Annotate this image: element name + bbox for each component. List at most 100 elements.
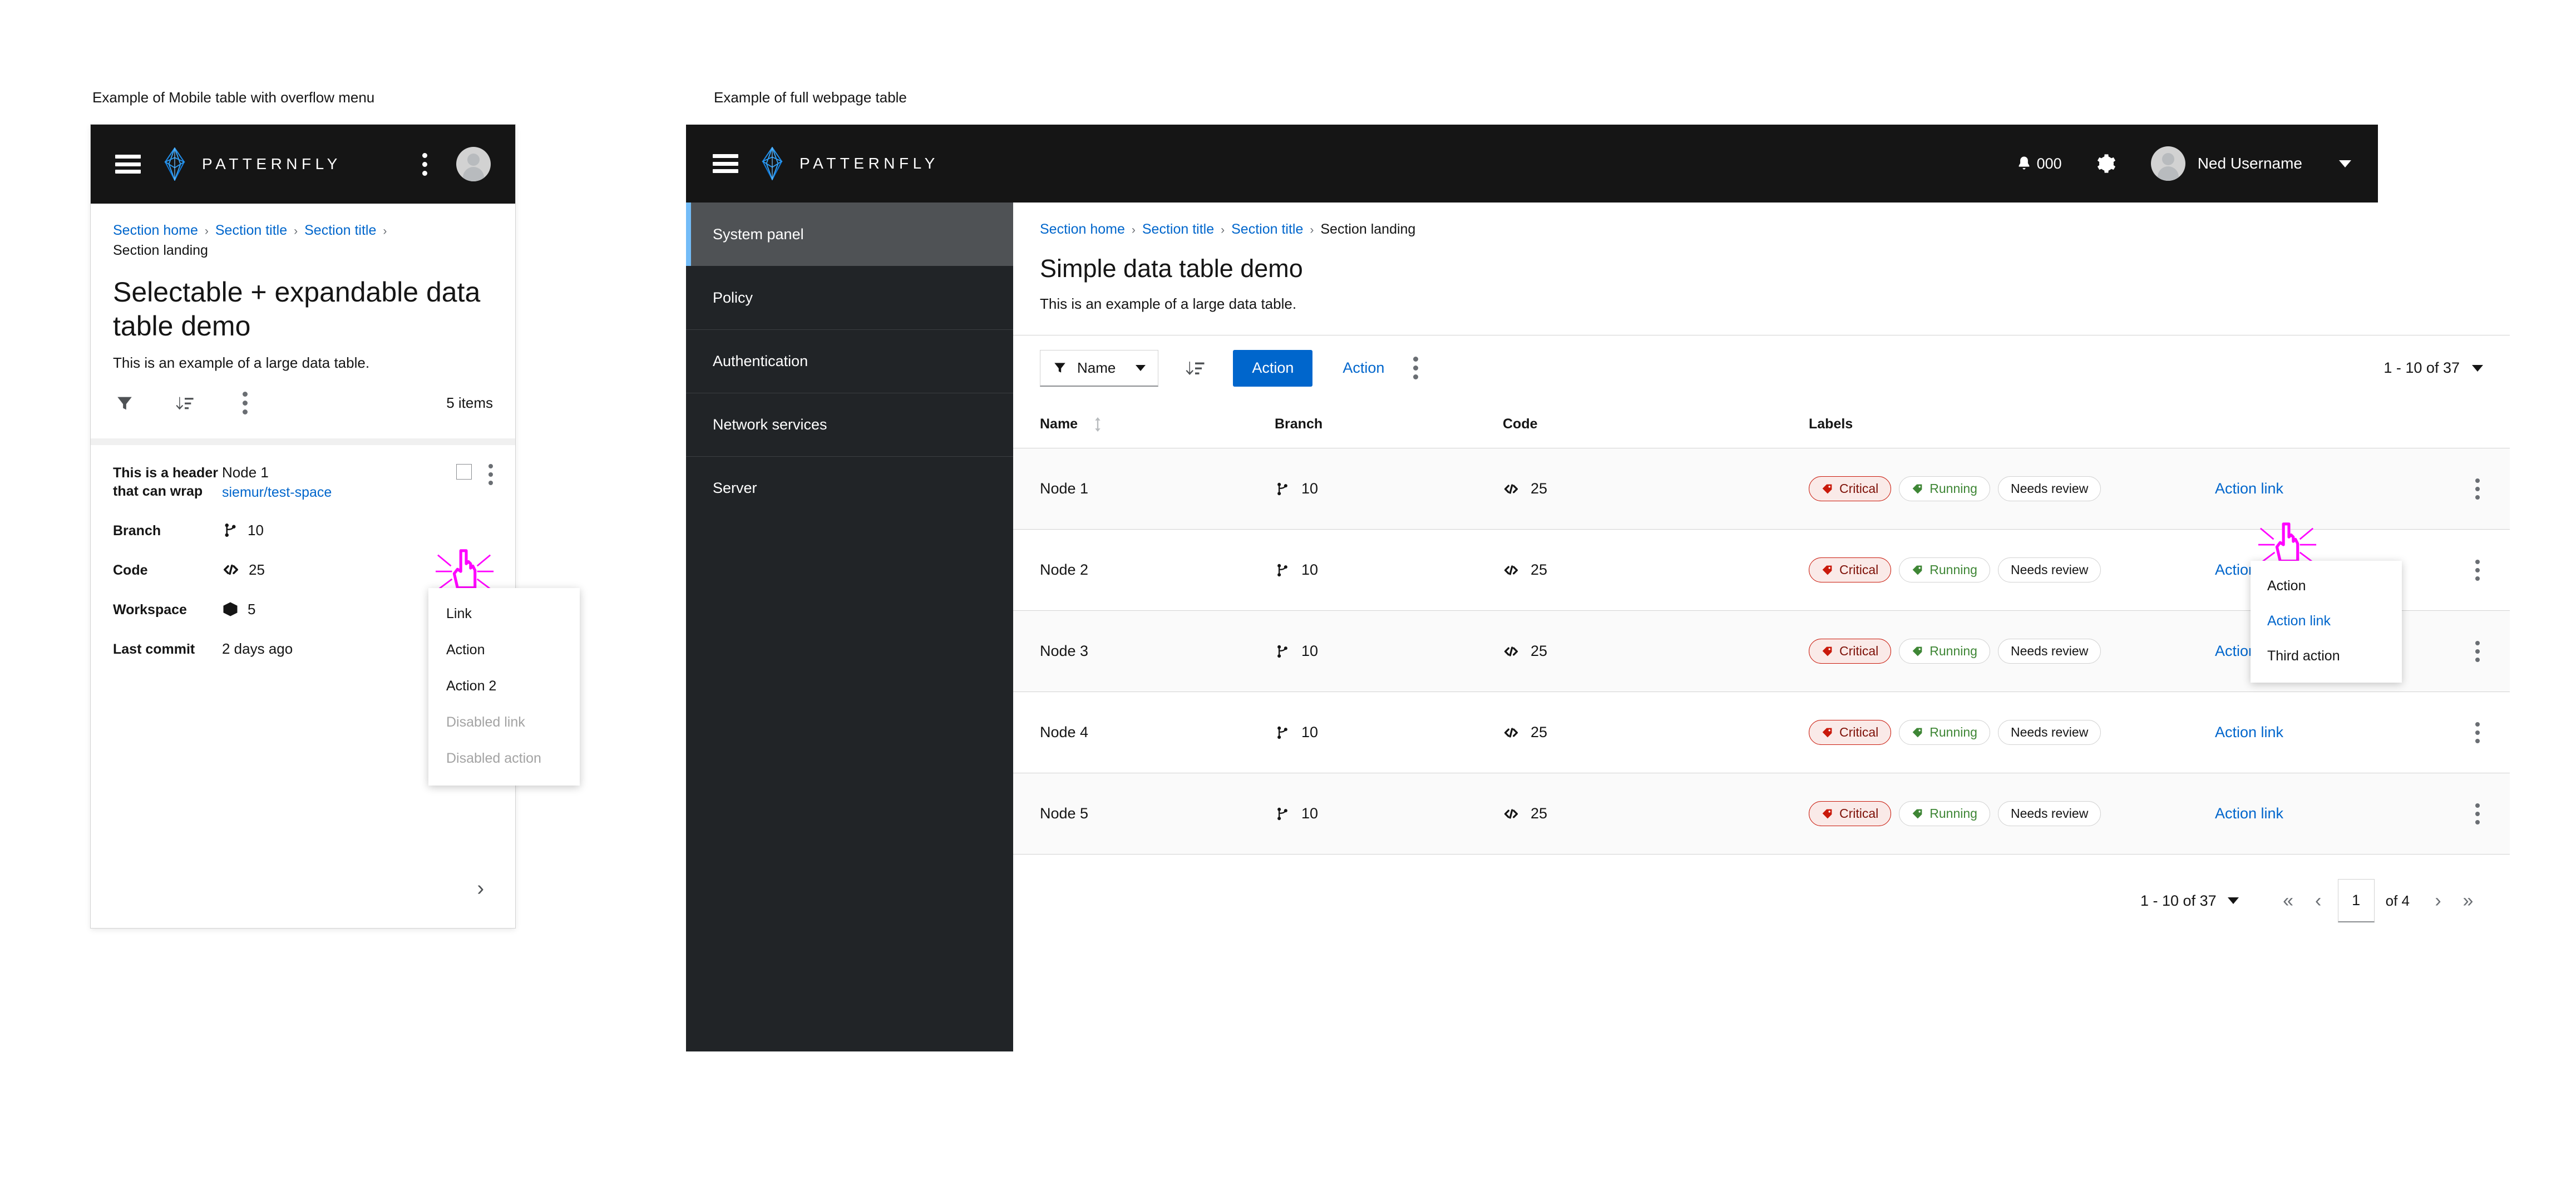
pagination-summary-top: 1 - 10 of 37 [2383, 359, 2460, 377]
row-value: 25 [222, 561, 265, 579]
angle-right-icon[interactable]: › [2423, 886, 2453, 916]
sort-arrows-icon[interactable] [1093, 417, 1103, 432]
avatar[interactable] [456, 147, 491, 181]
node-name: Node 1 [222, 464, 332, 481]
status-badge-needs-review[interactable]: Needs review [1998, 476, 2101, 501]
breadcrumb-current: Section landing [113, 243, 208, 258]
status-badge-needs-review[interactable]: Needs review [1998, 801, 2101, 826]
code-icon [1503, 806, 1519, 822]
status-badge-running[interactable]: Running [1899, 801, 1990, 826]
table-row: Node 4 10 25 Critical Running Needs revi… [1013, 692, 2510, 773]
toolbar-kebab-icon[interactable] [1413, 357, 1418, 379]
column-header-name[interactable]: Name [1013, 401, 1275, 448]
sidebar-item-policy[interactable]: Policy [686, 266, 1013, 329]
page-number-input[interactable] [2338, 879, 2375, 922]
breadcrumb-item-2[interactable]: Section title [304, 223, 376, 238]
sort-button[interactable] [1183, 356, 1207, 381]
status-badge-critical[interactable]: Critical [1809, 476, 1891, 501]
code-branch-icon [1275, 806, 1290, 822]
pagination-top[interactable]: 1 - 10 of 37 [2383, 359, 2483, 377]
badge-label: Needs review [2011, 806, 2088, 821]
notifications-button[interactable]: 000 [2016, 155, 2062, 172]
breadcrumb-item-1[interactable]: Section title [215, 223, 287, 238]
cube-icon [222, 601, 239, 618]
status-badge-critical[interactable]: Critical [1809, 801, 1891, 826]
menu-item-action[interactable]: Action [428, 632, 580, 668]
row-kebab-icon[interactable] [2445, 560, 2510, 581]
mobile-breadcrumb: Section home›Section title›Section title… [91, 204, 515, 261]
row-kebab-icon[interactable] [2445, 641, 2510, 662]
toolbar-kebab-icon[interactable] [233, 392, 256, 415]
menu-item-action-link[interactable]: Action link [2251, 604, 2402, 639]
status-badge-needs-review[interactable]: Needs review [1998, 639, 2101, 664]
menu-item-action[interactable]: Action [2251, 569, 2402, 604]
status-badge-needs-review[interactable]: Needs review [1998, 720, 2101, 745]
breadcrumb-separator: › [1310, 224, 1314, 236]
status-badge-running[interactable]: Running [1899, 720, 1990, 745]
angle-double-right-icon[interactable]: » [2453, 886, 2483, 916]
status-badge-running[interactable]: Running [1899, 557, 1990, 582]
user-menu[interactable]: Ned Username [2151, 146, 2351, 181]
column-label: Code [1503, 416, 1538, 432]
cell-overflow [2426, 692, 2510, 773]
cell-action: Action link [2215, 448, 2426, 530]
sidebar-item-authentication[interactable]: Authentication [686, 329, 1013, 393]
filter-icon[interactable] [113, 392, 136, 415]
primary-action-button[interactable]: Action [1233, 350, 1312, 387]
list-item: Code 25 [113, 561, 493, 580]
repo-link[interactable]: siemur/test-space [222, 485, 332, 501]
status-badge-critical[interactable]: Critical [1809, 557, 1891, 582]
breadcrumb-item-0[interactable]: Section home [113, 223, 198, 238]
pagination-summary-select[interactable]: 1 - 10 of 37 [2140, 892, 2239, 910]
angle-left-icon[interactable]: ‹ [2303, 886, 2333, 916]
status-badge-critical[interactable]: Critical [1809, 639, 1891, 664]
masthead-kebab-icon[interactable] [422, 153, 427, 176]
desktop-masthead: PATTERNFLY 000 Ned Username [686, 125, 2378, 203]
action-link[interactable]: Action link [2215, 805, 2283, 822]
patternfly-mark-icon [160, 147, 190, 181]
patternfly-wordmark: PATTERNFLY [202, 155, 342, 173]
hamburger-menu-icon[interactable] [115, 155, 141, 174]
cell-overflow [2426, 773, 2510, 855]
status-badge-critical[interactable]: Critical [1809, 720, 1891, 745]
hamburger-menu-icon[interactable] [713, 154, 738, 173]
sidebar-item-label: Server [713, 480, 757, 497]
badge-label: Critical [1839, 562, 1878, 577]
menu-item-link[interactable]: Link [428, 596, 580, 632]
angle-double-left-icon[interactable]: « [2273, 886, 2303, 916]
chevron-right-icon[interactable]: › [477, 878, 484, 899]
row-kebab-icon[interactable] [2445, 803, 2510, 824]
column-header-action [2215, 401, 2426, 448]
status-badge-running[interactable]: Running [1899, 476, 1990, 501]
cog-icon[interactable] [2094, 152, 2116, 175]
breadcrumb-item-2[interactable]: Section title [1231, 221, 1303, 237]
secondary-action-link[interactable]: Action [1333, 359, 1394, 377]
action-link[interactable]: Action link [2215, 480, 2283, 497]
menu-item-action-2[interactable]: Action 2 [428, 668, 580, 704]
action-link[interactable]: Action link [2215, 724, 2283, 740]
patternfly-logo[interactable]: PATTERNFLY [160, 147, 342, 181]
badge-label: Needs review [2011, 562, 2088, 577]
status-badge-needs-review[interactable]: Needs review [1998, 557, 2101, 582]
row-kebab-icon[interactable] [2445, 478, 2510, 500]
row-overflow-menu: Action Action link Third action [2251, 561, 2402, 683]
sidebar-item-system-panel[interactable]: System panel [686, 203, 1013, 266]
column-label: Name [1040, 416, 1078, 432]
sidebar-item-server[interactable]: Server [686, 456, 1013, 520]
cell-name: Node 2 [1013, 530, 1275, 611]
sort-amount-down-icon[interactable] [173, 392, 196, 415]
column-header-labels: Labels [1809, 401, 2215, 448]
breadcrumb-item-0[interactable]: Section home [1040, 221, 1125, 237]
filter-select[interactable]: Name [1040, 350, 1158, 387]
row-select-checkbox[interactable] [456, 464, 472, 480]
badge-label: Needs review [2011, 725, 2088, 740]
breadcrumb-item-1[interactable]: Section title [1142, 221, 1214, 237]
row-kebab-icon[interactable] [488, 464, 493, 485]
status-badge-running[interactable]: Running [1899, 639, 1990, 664]
sidebar-item-network-services[interactable]: Network services [686, 393, 1013, 456]
tag-icon [1912, 808, 1923, 819]
row-value: Node 1 siemur/test-space [222, 464, 332, 501]
patternfly-logo[interactable]: PATTERNFLY [757, 147, 939, 180]
row-kebab-icon[interactable] [2445, 722, 2510, 743]
menu-item-third-action[interactable]: Third action [2251, 639, 2402, 674]
